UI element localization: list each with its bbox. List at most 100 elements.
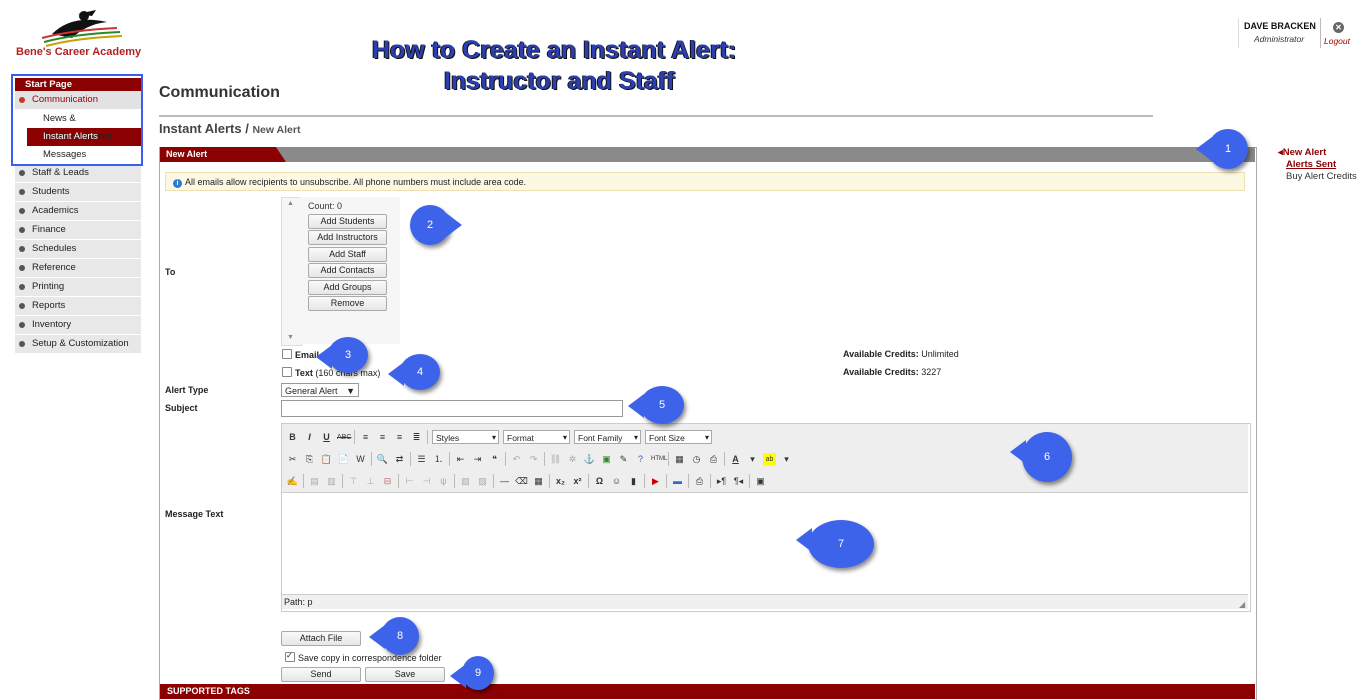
attach-file-button[interactable]: Attach File <box>281 631 361 646</box>
scroll-down-icon[interactable]: ▼ <box>287 334 294 341</box>
find-icon[interactable]: 🔍 <box>376 453 389 466</box>
horizontal-rule-icon[interactable]: — <box>498 475 511 488</box>
sidebar-item-staff-leads[interactable]: Staff & Leads <box>15 164 141 183</box>
insert-column-after-icon[interactable]: ⊣ <box>420 475 433 488</box>
preview-icon[interactable]: ⎙ <box>707 453 720 466</box>
sidebar-item-printing[interactable]: Printing <box>15 278 141 297</box>
merge-cells-icon[interactable]: ▨ <box>476 475 489 488</box>
youtube-icon[interactable]: ▶ <box>649 475 662 488</box>
superscript-icon[interactable]: x² <box>571 475 584 488</box>
blockquote-icon[interactable]: ❝ <box>488 453 501 466</box>
remove-button[interactable]: Remove <box>308 296 387 311</box>
cleanup-icon[interactable]: ✎ <box>617 453 630 466</box>
insert-column-before-icon[interactable]: ⊢ <box>403 475 416 488</box>
redo-icon[interactable]: ↷ <box>527 453 540 466</box>
subscript-icon[interactable]: x₂ <box>554 475 567 488</box>
send-button[interactable]: Send <box>281 667 361 682</box>
html-icon[interactable]: HTML <box>651 453 667 466</box>
right-nav-alerts-sent[interactable]: Alerts Sent <box>1286 159 1336 170</box>
table-row-props-icon[interactable]: ▤ <box>308 475 321 488</box>
rtl-icon[interactable]: ¶◂ <box>732 475 745 488</box>
email-checkbox[interactable] <box>282 349 292 359</box>
add-students-button[interactable]: Add Students <box>308 214 387 229</box>
numbered-list-icon[interactable]: ⒈ <box>432 453 445 466</box>
right-nav-new-alert[interactable]: ◂New Alert <box>1278 147 1326 158</box>
special-char-icon[interactable]: Ω <box>593 475 606 488</box>
chevron-down-icon[interactable]: ▾ <box>746 453 759 466</box>
highlight-color-icon[interactable]: ab <box>763 452 776 466</box>
logout-link[interactable]: Logout <box>1324 36 1350 46</box>
replace-icon[interactable]: ⇄ <box>393 453 406 466</box>
table-icon[interactable]: ▦ <box>532 475 545 488</box>
outdent-icon[interactable]: ⇤ <box>454 453 467 466</box>
print-icon[interactable]: ⎙ <box>693 475 706 488</box>
indent-icon[interactable]: ⇥ <box>471 453 484 466</box>
logout-icon[interactable]: ✕ <box>1333 22 1344 33</box>
insert-date-icon[interactable]: ▦ <box>673 453 686 466</box>
font-color-icon[interactable]: A <box>729 453 742 466</box>
copy-icon[interactable]: ⎘ <box>303 453 316 466</box>
paste-text-icon[interactable]: 📄 <box>337 453 350 466</box>
save-copy-checkbox[interactable] <box>285 651 295 662</box>
strikethrough-icon[interactable]: ABC <box>337 431 351 444</box>
edit-icon[interactable]: ✍ <box>286 475 299 488</box>
undo-icon[interactable]: ↶ <box>510 453 523 466</box>
add-instructors-button[interactable]: Add Instructors <box>308 230 387 245</box>
add-groups-button[interactable]: Add Groups <box>308 280 387 295</box>
table-cell-props-icon[interactable]: ▥ <box>325 475 338 488</box>
italic-icon[interactable]: I <box>303 431 316 444</box>
text-checkbox[interactable] <box>282 367 292 377</box>
align-center-icon[interactable]: ≡ <box>376 431 389 444</box>
save-button[interactable]: Save <box>365 667 445 682</box>
resize-handle-icon[interactable]: ◢ <box>1239 600 1245 609</box>
sidebar-item-schedules[interactable]: Schedules <box>15 240 141 259</box>
bullet-list-icon[interactable]: ☰ <box>415 453 428 466</box>
subject-input[interactable] <box>281 400 623 417</box>
fullscreen-icon[interactable]: ▣ <box>754 475 767 488</box>
align-left-icon[interactable]: ≡ <box>359 431 372 444</box>
add-contacts-button[interactable]: Add Contacts <box>308 263 387 278</box>
remove-format-icon[interactable]: ⌫ <box>515 475 528 488</box>
align-right-icon[interactable]: ≡ <box>393 431 406 444</box>
cut-icon[interactable]: ✂ <box>286 453 299 466</box>
insert-time-icon[interactable]: ◷ <box>690 453 703 466</box>
add-staff-button[interactable]: Add Staff <box>308 247 387 262</box>
bold-icon[interactable]: B <box>286 431 299 444</box>
underline-icon[interactable]: U <box>320 431 333 444</box>
image-icon[interactable]: ▣ <box>600 453 613 466</box>
right-nav-buy-credits[interactable]: Buy Alert Credits <box>1286 171 1357 182</box>
help-icon[interactable]: ? <box>634 453 647 466</box>
format-select[interactable]: Format <box>503 430 570 445</box>
page-break-icon[interactable]: ▬ <box>671 475 684 488</box>
split-cells-icon[interactable]: ▧ <box>459 475 472 488</box>
sidebar-item-reference[interactable]: Reference <box>15 259 141 278</box>
font-size-select[interactable]: Font Size <box>645 430 712 445</box>
recipient-list-scrollbar[interactable]: ▲ ▼ <box>281 197 302 346</box>
sidebar-item-academics[interactable]: Academics <box>15 202 141 221</box>
paste-word-icon[interactable]: W <box>354 453 367 466</box>
sidebar-item-inventory[interactable]: Inventory <box>15 316 141 335</box>
media-icon[interactable]: ▮ <box>627 475 640 488</box>
delete-column-icon[interactable]: ψ <box>437 475 450 488</box>
breadcrumb-main[interactable]: Instant Alerts <box>159 121 242 136</box>
sidebar-item-reports[interactable]: Reports <box>15 297 141 316</box>
scroll-up-icon[interactable]: ▲ <box>287 200 294 207</box>
paste-icon[interactable]: 📋 <box>320 453 333 466</box>
font-family-select[interactable]: Font Family <box>574 430 641 445</box>
unlink-icon[interactable]: ✲ <box>566 453 579 466</box>
align-justify-icon[interactable]: ≣ <box>410 431 423 444</box>
insert-row-after-icon[interactable]: ⊥ <box>364 475 377 488</box>
link-icon[interactable]: ⛓ <box>549 453 562 466</box>
alert-type-select[interactable]: General Alert ▼ <box>281 383 359 397</box>
anchor-icon[interactable]: ⚓ <box>583 453 596 466</box>
sidebar-item-students[interactable]: Students <box>15 183 141 202</box>
ltr-icon[interactable]: ▸¶ <box>715 475 728 488</box>
sidebar-item-finance[interactable]: Finance <box>15 221 141 240</box>
chevron-down-icon[interactable]: ▾ <box>780 453 793 466</box>
insert-row-before-icon[interactable]: ⊤ <box>347 475 360 488</box>
emoticon-icon[interactable]: ☺ <box>610 475 623 488</box>
delete-row-icon[interactable]: ⊟ <box>381 475 394 488</box>
supported-tags-bar[interactable]: SUPPORTED TAGS <box>160 684 1255 699</box>
styles-select[interactable]: Styles <box>432 430 499 445</box>
sidebar-item-setup[interactable]: Setup & Customization <box>15 335 141 354</box>
